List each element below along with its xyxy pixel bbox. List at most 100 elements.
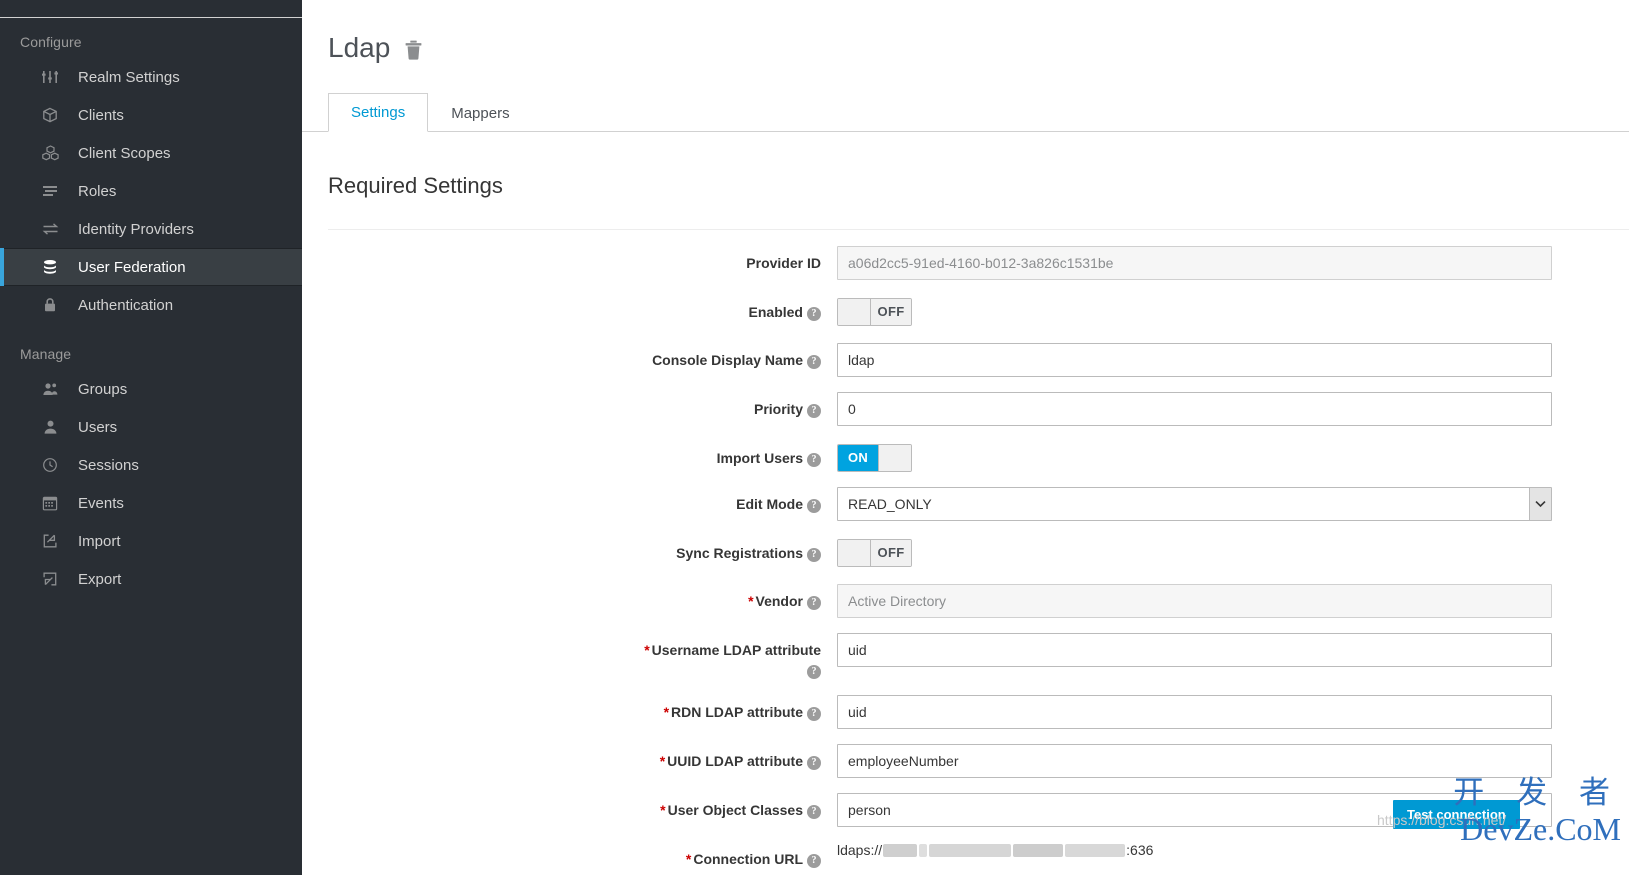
uuid-ldap-attribute-input[interactable] [837,744,1552,779]
form-row-vendor: * Vendor? [302,583,1629,618]
tab-settings[interactable]: Settings [328,92,429,133]
label-text: Edit Mode [736,495,803,512]
help-icon[interactable]: ? [807,452,821,467]
label-text: RDN LDAP attribute [671,704,803,721]
sidebar-item-realm-settings[interactable]: Realm Settings [0,58,302,96]
redaction-bar [1065,843,1126,857]
enabled-toggle[interactable]: OFF [837,297,912,326]
tab-mappers[interactable]: Mappers [428,94,532,133]
lock-icon [40,295,60,315]
label-text: Import Users [716,449,803,466]
sidebar-item-label: Import [78,532,121,550]
sidebar-item-label: Clients [78,106,124,124]
required-asterisk: * [748,592,754,609]
keycloak-admin-console: Configure Realm Settings Clients Client … [0,0,1629,875]
sidebar-item-sessions[interactable]: Sessions [0,446,302,484]
form-row-edit-mode: Edit Mode? READ_ONLY [302,486,1629,521]
sidebar-item-label: Events [78,494,124,512]
help-icon[interactable]: ? [807,595,821,610]
sidebar-item-label: Client Scopes [78,144,171,162]
sidebar-item-groups[interactable]: Groups [0,370,302,408]
exchange-icon [40,219,60,239]
redaction-bar [929,843,1012,857]
user-icon [40,417,60,437]
vendor-input[interactable] [837,583,1552,618]
help-icon[interactable]: ? [807,805,821,820]
page-title: Ldap [328,31,391,63]
sidebar-item-identity-providers[interactable]: Identity Providers [0,210,302,248]
sidebar-item-roles[interactable]: Roles [0,172,302,210]
calendar-icon [40,493,60,513]
help-icon[interactable]: ? [807,854,821,869]
sidebar-item-label: Roles [78,182,117,200]
label-edit-mode: Edit Mode? [302,487,837,514]
help-icon[interactable]: ? [807,306,821,321]
form-row-username-ldap-attribute: * Username LDAP attribute? [302,632,1629,681]
form-row-enabled: Enabled? OFF [302,295,1629,328]
connection-url-input[interactable]: ldaps:// :636 [837,842,1629,858]
redaction-bar [883,843,918,857]
help-icon[interactable]: ? [807,354,821,369]
sidebar-item-label: Authentication [78,296,174,314]
label-priority: Priority? [302,392,837,419]
required-asterisk: * [663,704,670,721]
sidebar-item-users[interactable]: Users [0,408,302,446]
help-icon[interactable]: ? [807,547,821,562]
chevron-down-icon [1529,487,1551,520]
help-icon[interactable]: ? [807,403,821,418]
toggle-state-label: OFF [871,539,911,566]
test-connection-button[interactable]: Test connection [1393,800,1520,829]
sidebar-item-label: Realm Settings [78,68,180,86]
sidebar-item-import[interactable]: Import [0,522,302,560]
form-row-provider-id: Provider ID [302,245,1629,280]
label-enabled: Enabled? [302,295,837,322]
import-users-toggle[interactable]: ON [837,443,912,472]
import-arrow-icon [40,531,60,551]
help-icon[interactable]: ? [807,665,821,680]
help-icon[interactable]: ? [807,756,821,771]
sidebar-item-client-scopes[interactable]: Client Scopes [0,134,302,172]
redaction-bar [919,843,928,857]
form-row-connection-url: * Connection URL? ldaps:// :636 [302,842,1629,869]
form-row-rdn-ldap-attribute: * RDN LDAP attribute? [302,695,1629,730]
sync-registrations-toggle[interactable]: OFF [837,538,912,567]
required-asterisk: * [644,641,650,658]
rdn-ldap-attribute-input[interactable] [837,695,1552,730]
toggle-handle [838,539,871,566]
sidebar-item-clients[interactable]: Clients [0,96,302,134]
trash-icon[interactable] [404,40,423,61]
sidebar-item-export[interactable]: Export [0,560,302,598]
sidebar-item-label: Groups [78,380,128,398]
toggle-state-label: OFF [871,298,911,325]
sidebar-topbar [0,0,302,18]
required-asterisk: * [659,753,666,770]
help-icon[interactable]: ? [807,498,821,513]
label-text: UUID LDAP attribute [667,753,803,770]
sidebar-item-label: Users [78,418,118,436]
export-arrow-icon [40,569,60,589]
clock-icon [40,455,60,475]
label-username-ldap-attribute: * Username LDAP attribute? [302,633,837,681]
priority-input[interactable] [837,391,1552,426]
console-display-name-input[interactable] [837,342,1552,377]
username-ldap-attribute-input[interactable] [837,632,1552,667]
sidebar-item-authentication[interactable]: Authentication [0,286,302,324]
sidebar-item-events[interactable]: Events [0,484,302,522]
label-user-object-classes: * User Object Classes? [302,793,837,820]
label-connection-url: * Connection URL? [302,842,837,869]
form-row-uuid-ldap-attribute: * UUID LDAP attribute? [302,744,1629,779]
main-content: Ldap Settings Mappers Required Settings … [302,0,1629,875]
label-sync-registrations: Sync Registrations? [302,536,837,563]
edit-mode-select[interactable]: READ_ONLY [837,486,1552,521]
database-icon [40,257,60,277]
provider-id-input[interactable] [837,245,1552,280]
cube-icon [40,105,60,125]
toggle-state-label: ON [838,444,878,471]
required-asterisk: * [660,802,666,819]
label-console-display-name: Console Display Name? [302,343,837,370]
page-header: Ldap [302,0,1629,82]
help-icon[interactable]: ? [807,707,821,722]
sidebar-item-user-federation[interactable]: User Federation [0,248,302,286]
sidebar-item-label: Export [78,570,122,588]
sidebar-nav: Configure Realm Settings Clients Client … [0,0,302,875]
